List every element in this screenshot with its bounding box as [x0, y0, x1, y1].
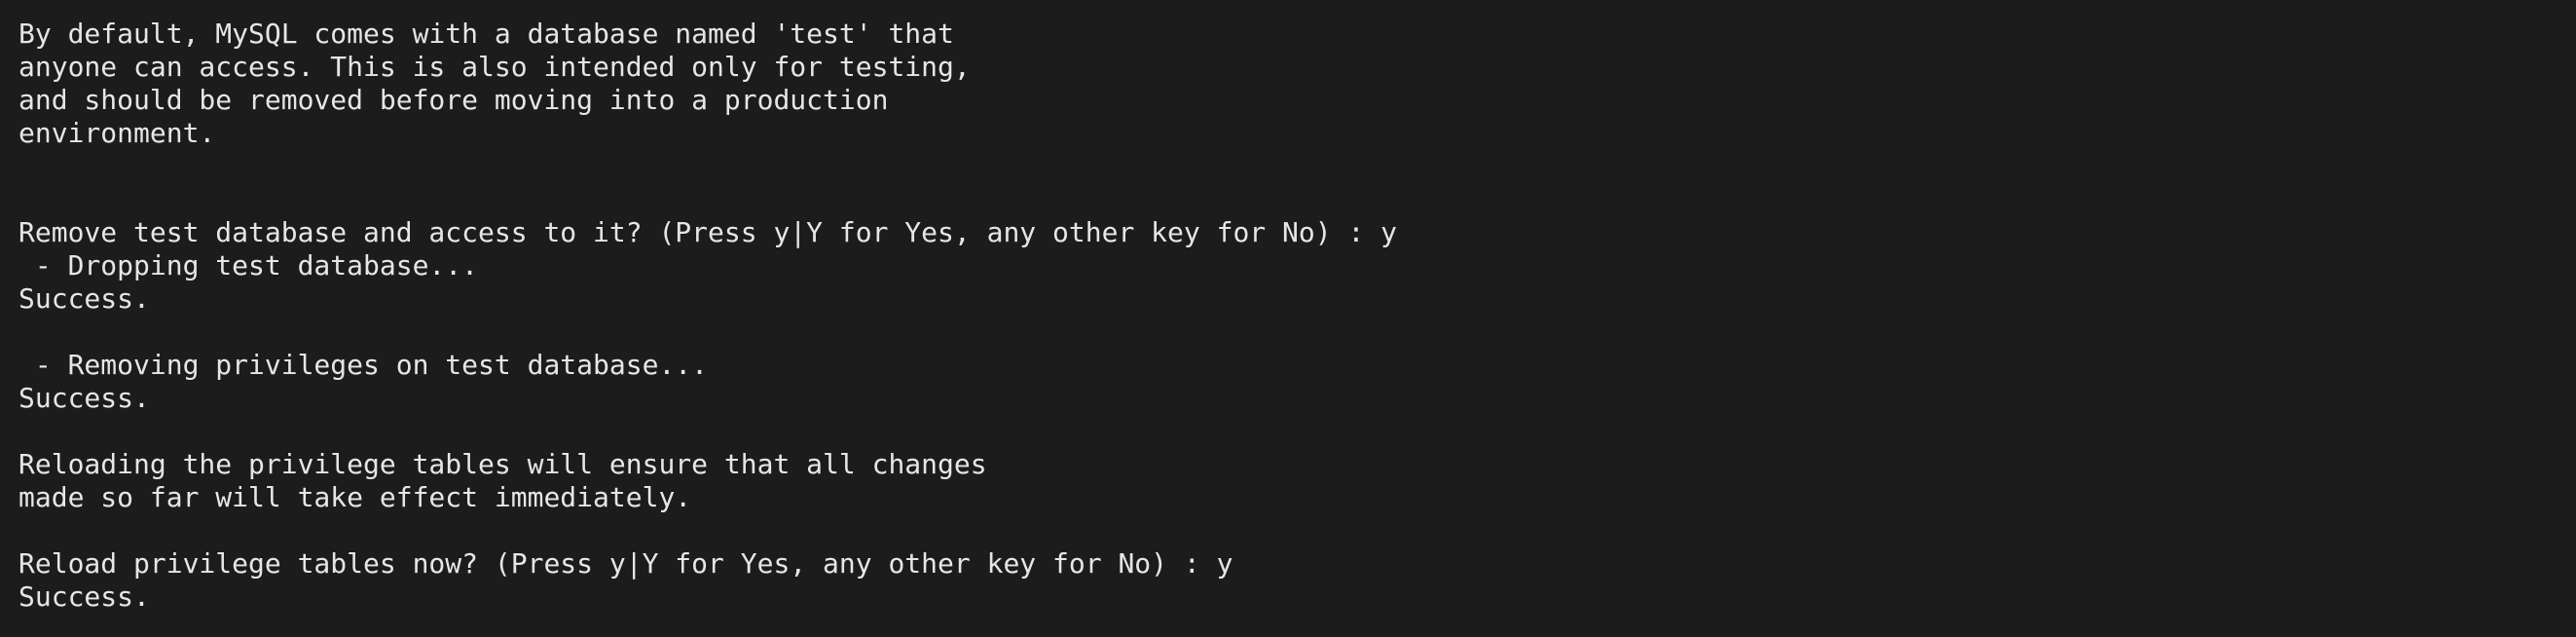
- terminal-line: By default, MySQL comes with a database …: [18, 18, 954, 50]
- terminal-line: environment.: [18, 117, 216, 149]
- terminal-line: Reload privilege tables now? (Press y|Y …: [18, 547, 1233, 580]
- terminal-line: Success.: [18, 581, 150, 613]
- terminal-line: - Removing privileges on test database..…: [18, 349, 709, 381]
- terminal-line: Success.: [18, 382, 150, 414]
- terminal-output[interactable]: By default, MySQL comes with a database …: [18, 18, 1397, 614]
- terminal-line: made so far will take effect immediately…: [18, 481, 692, 513]
- terminal-line: - Dropping test database...: [18, 249, 479, 281]
- terminal-line: Reloading the privilege tables will ensu…: [18, 448, 987, 480]
- terminal-line: Success.: [18, 282, 150, 315]
- terminal-line: Remove test database and access to it? (…: [18, 216, 1398, 248]
- terminal-line: and should be removed before moving into…: [18, 84, 889, 116]
- terminal-line: anyone can access. This is also intended…: [18, 51, 971, 83]
